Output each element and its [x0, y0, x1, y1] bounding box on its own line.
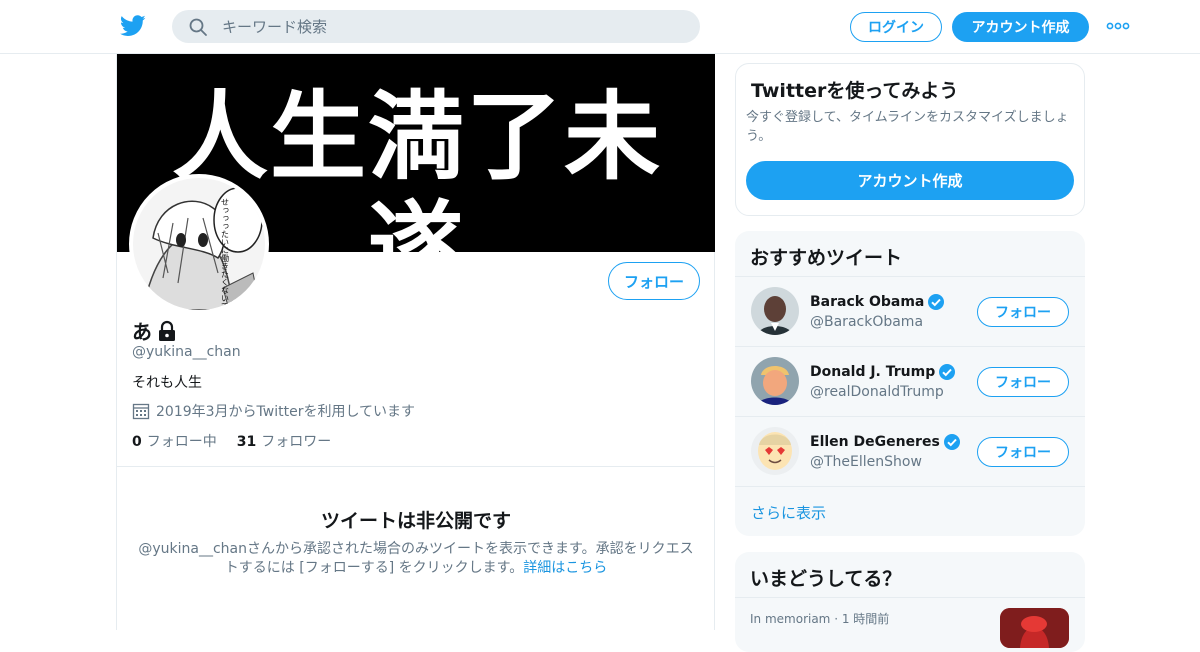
trends-title: いまどうしてる？: [750, 568, 902, 590]
search-icon: [189, 18, 207, 36]
following-label: フォロー中: [146, 434, 217, 450]
divider: [117, 466, 715, 467]
search-input[interactable]: [222, 10, 682, 43]
signup-card: Twitterを使ってみよう 今すぐ登録して、タイムラインをカスタマイズしましょ…: [735, 63, 1085, 216]
list-item[interactable]: Barack Obama @BarackObama フォロー: [735, 276, 1085, 346]
profile-bio: それも人生: [132, 375, 202, 391]
follow-button[interactable]: フォロー: [977, 437, 1069, 467]
verified-badge-icon: [928, 294, 945, 310]
signup-button[interactable]: アカウント作成: [952, 12, 1089, 42]
follow-button[interactable]: フォロー: [608, 262, 700, 300]
trend-thumbnail[interactable]: [1000, 608, 1069, 648]
private-tweets-title: ツイートは非公開です: [320, 510, 511, 532]
signup-card-title: Twitterを使ってみよう: [751, 80, 959, 102]
user-name[interactable]: Barack Obama: [810, 293, 945, 311]
avatar[interactable]: [751, 287, 799, 335]
login-button[interactable]: ログイン: [850, 12, 942, 42]
more-options-icon[interactable]: [1106, 18, 1130, 34]
search-box[interactable]: [172, 10, 700, 43]
profile-column: 人生満了未遂 せっっったいに働きたくないでござる フォロー あ @yukina_…: [116, 54, 715, 630]
following-count: 0: [132, 434, 142, 450]
private-tweets-description: @yukina__chanさんから承認された場合のみツイートを表示できます。承認…: [137, 540, 695, 578]
follow-button[interactable]: フォロー: [977, 367, 1069, 397]
trend-meta: In memoriam · 1 時間前: [750, 612, 890, 626]
profile-avatar[interactable]: せっっったいに働きたくないでござる: [129, 174, 269, 314]
follow-button[interactable]: フォロー: [977, 297, 1069, 327]
list-item[interactable]: Ellen DeGeneres @TheEllenShow フォロー: [735, 416, 1085, 486]
followers-label: フォロワー: [261, 434, 332, 450]
list-item[interactable]: Donald J. Trump @realDonaldTrump フォロー: [735, 346, 1085, 416]
profile-handle: @yukina__chan: [132, 344, 241, 360]
top-bar: ログイン アカウント作成: [0, 0, 1200, 54]
private-desc-text: @yukina__chanさんから承認された場合のみツイートを表示できます。承認…: [138, 541, 694, 576]
learn-more-link[interactable]: 詳細はこちら: [523, 560, 607, 576]
avatar-manga-image: せっっったいに働きたくないでござる: [133, 178, 265, 310]
following-stat[interactable]: 0 フォロー中: [132, 431, 217, 451]
profile-name: あ: [132, 316, 178, 345]
signup-card-description: 今すぐ登録して、タイムラインをカスタマイズしましょう。: [746, 110, 1069, 144]
divider: [735, 597, 1085, 598]
user-handle: @TheEllenShow: [810, 454, 922, 470]
signup-card-button[interactable]: アカウント作成: [746, 161, 1074, 200]
verified-badge-icon: [939, 364, 956, 380]
twitter-logo-icon[interactable]: [120, 14, 146, 38]
who-to-follow-card: おすすめツイート Barack Obama @BarackObama フォロー …: [735, 231, 1085, 536]
calendar-icon: [132, 403, 150, 420]
verified-badge-icon: [943, 434, 960, 450]
avatar[interactable]: [751, 357, 799, 405]
lock-icon: [159, 320, 175, 341]
user-name-text: Donald J. Trump: [810, 364, 936, 380]
user-handle: @BarackObama: [810, 314, 924, 330]
followers-stat[interactable]: 31 フォロワー: [237, 431, 331, 451]
user-name[interactable]: Ellen DeGeneres: [810, 433, 961, 451]
profile-joined-date: 2019年3月からTwitterを利用しています: [132, 401, 415, 421]
avatar[interactable]: [751, 427, 799, 475]
user-name-text: Barack Obama: [810, 294, 925, 310]
user-name-text: Ellen DeGeneres: [810, 434, 940, 450]
avatar-speech-text: せっっったいに働きたくないでござる: [221, 198, 230, 310]
who-to-follow-title: おすすめツイート: [750, 247, 903, 269]
profile-name-text: あ: [132, 320, 152, 344]
joined-text: 2019年3月からTwitterを利用しています: [156, 404, 416, 420]
user-name[interactable]: Donald J. Trump: [810, 363, 956, 381]
user-handle: @realDonaldTrump: [810, 384, 944, 400]
profile-stats: 0 フォロー中 31 フォロワー: [132, 431, 331, 451]
followers-count: 31: [236, 434, 257, 450]
trends-card: いまどうしてる？ In memoriam · 1 時間前: [735, 552, 1085, 652]
show-more-link[interactable]: さらに表示: [735, 486, 1085, 536]
